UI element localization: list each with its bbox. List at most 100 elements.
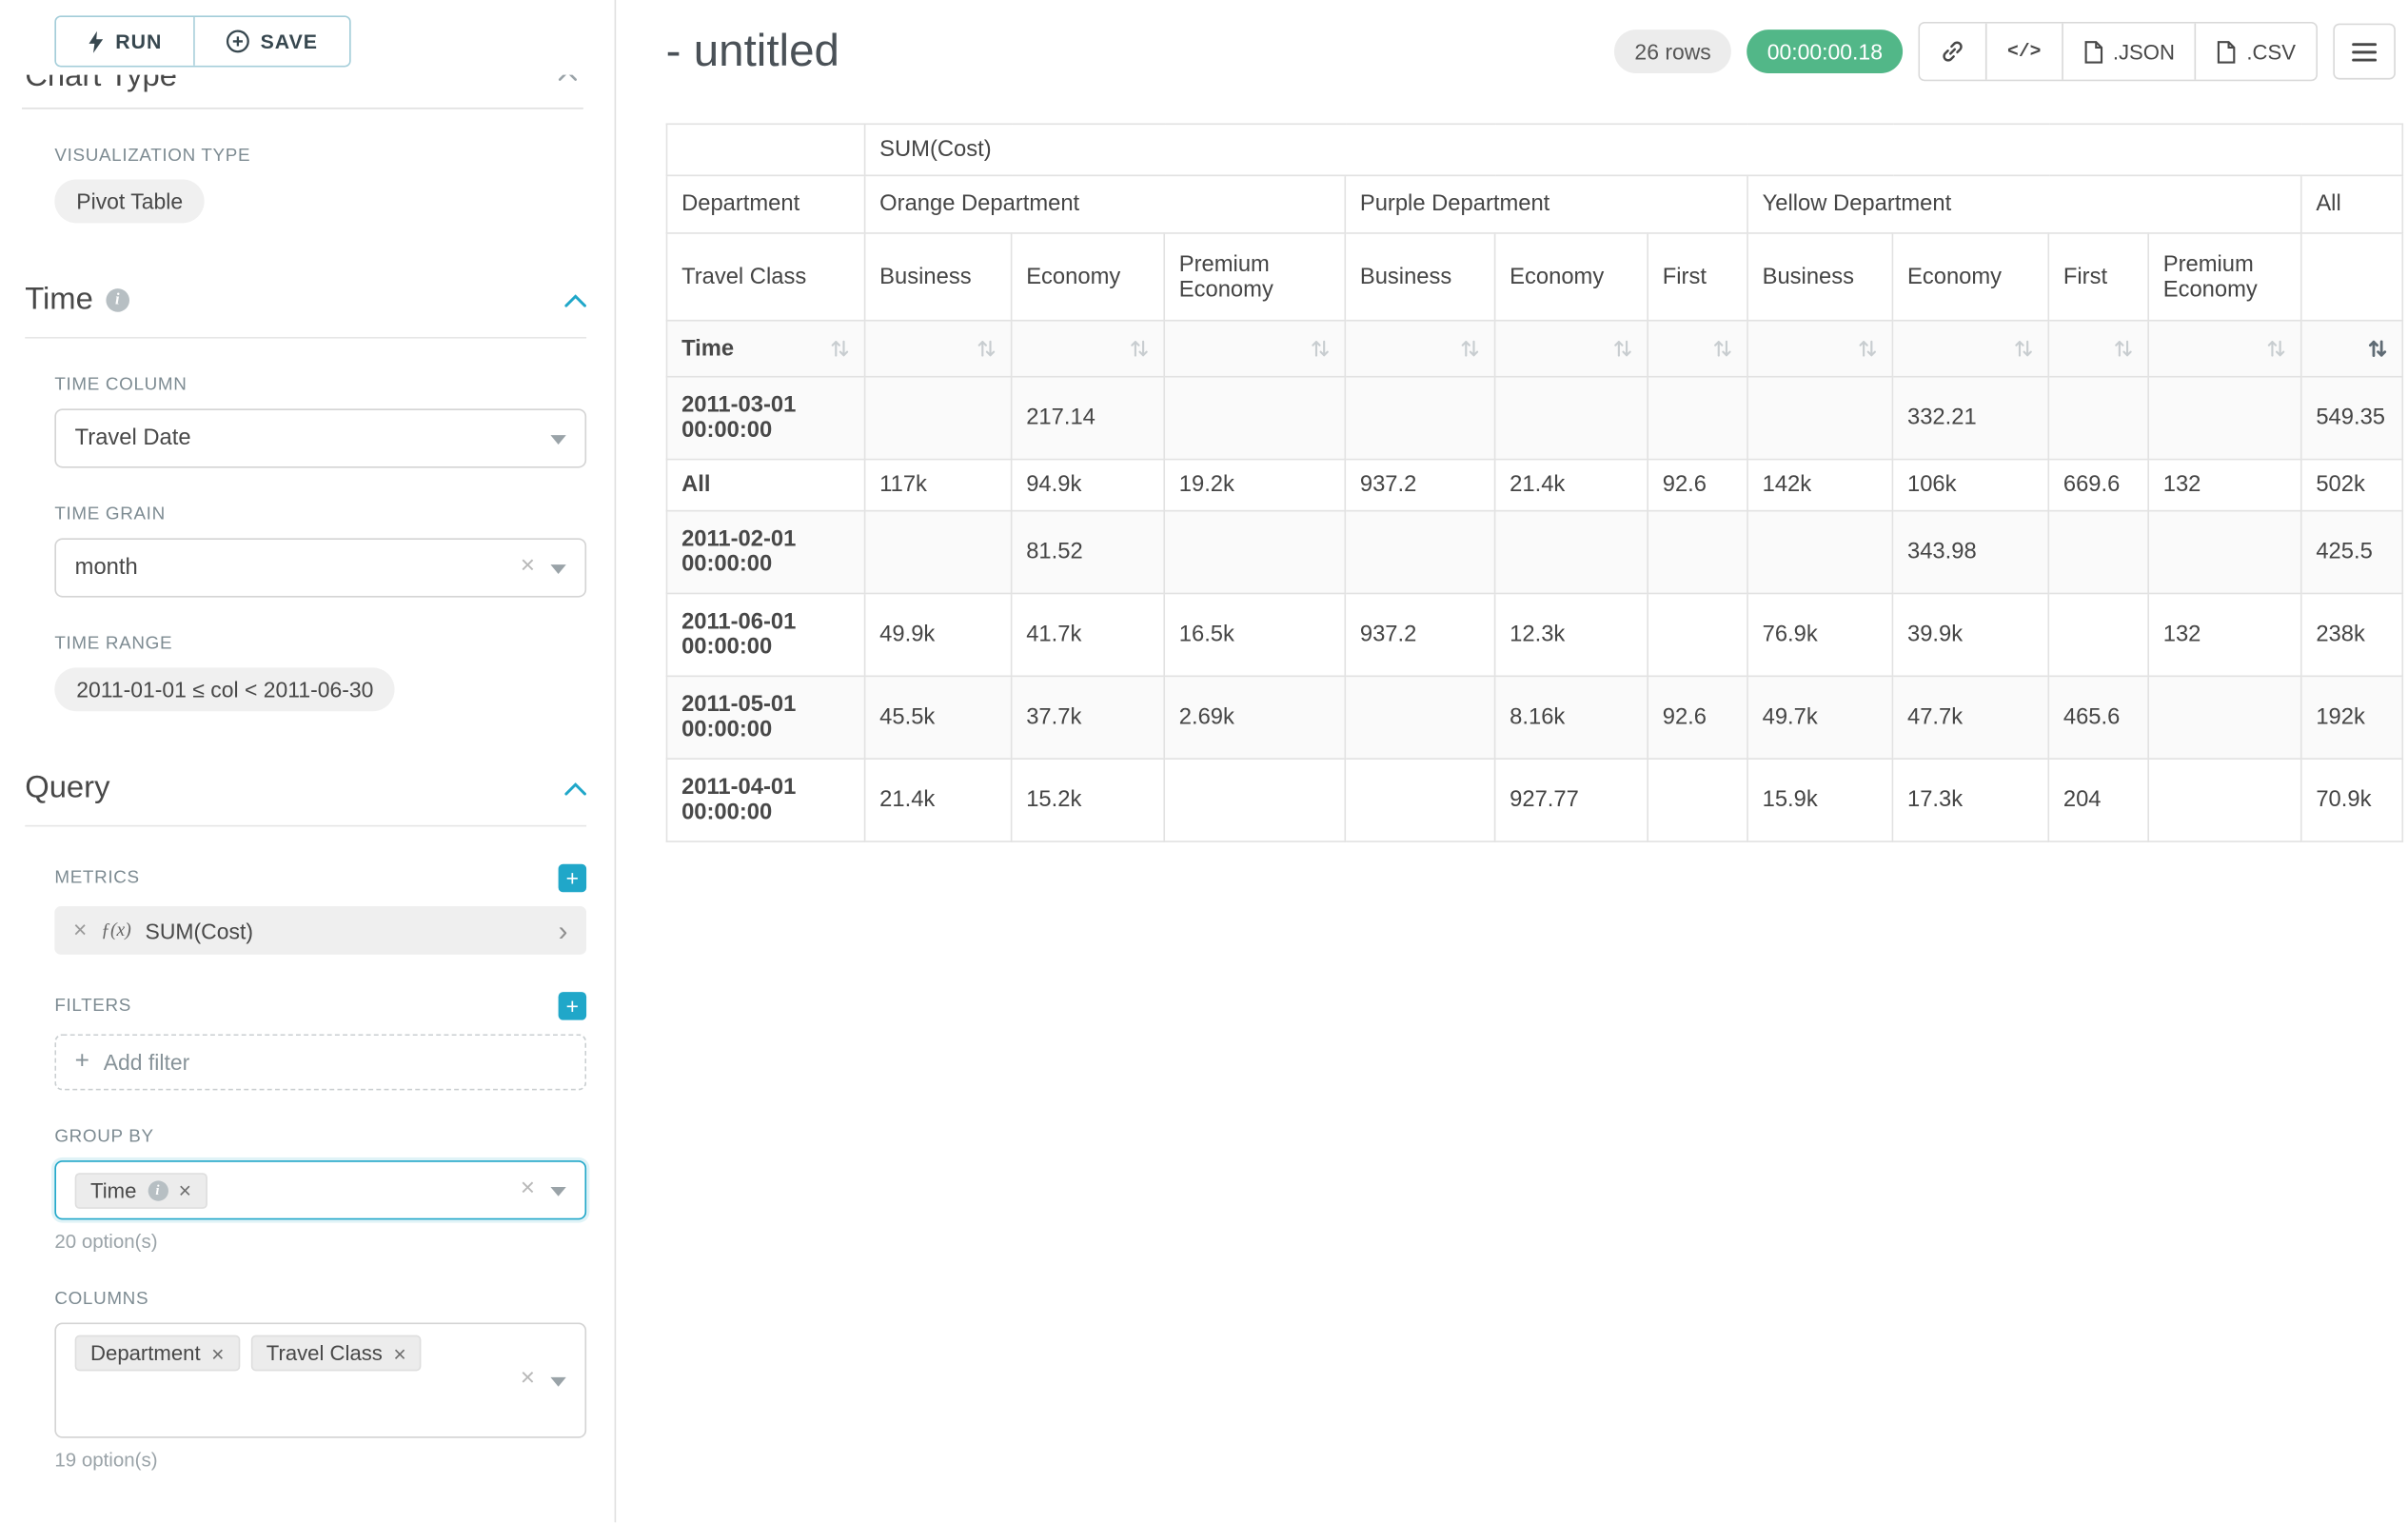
table-row: 2011-04-01 00:00:0021.4k15.2k927.7715.9k… (667, 759, 2403, 841)
time-column-select[interactable]: Travel Date (54, 408, 586, 467)
chevron-down-icon (550, 1377, 565, 1387)
pivot-table-container: SUM(Cost)DepartmentOrange DepartmentPurp… (666, 123, 2396, 841)
column-sort-header[interactable] (865, 321, 1012, 377)
value-cell: 15.9k (1747, 759, 1892, 841)
lightning-bolt-icon (88, 30, 105, 52)
value-cell: 117k (865, 460, 1012, 511)
group-header-cell: Yellow Department (1747, 175, 2301, 233)
column-sort-header[interactable] (1892, 321, 2048, 377)
column-sort-header[interactable] (1747, 321, 1892, 377)
add-filter-plus-button[interactable]: + (559, 992, 586, 1019)
chart-title[interactable]: - untitled (666, 26, 839, 77)
group-header-cell: Purple Department (1345, 175, 1747, 233)
value-cell (1345, 511, 1494, 594)
value-cell (2048, 511, 2148, 594)
clipped-section-header: Chart Type (25, 75, 586, 99)
column-sort-header[interactable] (1164, 321, 1345, 377)
table-row: 2011-02-01 00:00:0081.52343.98425.5 (667, 511, 2403, 594)
group-header-cell: Orange Department (865, 175, 1346, 233)
value-cell: 41.7k (1012, 593, 1165, 676)
leaf-header-cell: Premium Economy (1164, 233, 1345, 321)
pivot-table-head: SUM(Cost)DepartmentOrange DepartmentPurp… (667, 124, 2403, 376)
clear-icon[interactable]: × (521, 1367, 535, 1392)
download-csv-button[interactable]: .CSV (2195, 24, 2316, 80)
metric-header-row: SUM(Cost) (667, 124, 2403, 175)
chevron-up-icon[interactable] (559, 75, 578, 82)
chart-area: - untitled 26 rows 00:00:00.18 </> .JSON (616, 0, 2408, 1522)
save-button[interactable]: SAVE (195, 17, 349, 66)
value-cell: 16.5k (1164, 593, 1345, 676)
group-header-cell: All (2301, 175, 2403, 233)
value-cell: 106k (1892, 460, 2048, 511)
column-sort-header[interactable] (2148, 321, 2301, 377)
clear-icon[interactable]: × (521, 554, 535, 579)
remove-tag-icon[interactable]: × (211, 1342, 224, 1364)
download-json-button[interactable]: .JSON (2062, 24, 2196, 80)
sort-icon (2266, 339, 2286, 359)
value-cell: 669.6 (2048, 460, 2148, 511)
column-sort-header[interactable] (1012, 321, 1165, 377)
value-cell (2148, 511, 2301, 594)
time-grain-select[interactable]: month × (54, 538, 586, 597)
sort-icon (1712, 339, 1732, 359)
column-sort-header[interactable] (1345, 321, 1494, 377)
sort-header-row: Time (667, 321, 2403, 377)
embed-code-button[interactable]: </> (1985, 24, 2062, 80)
value-cell (1648, 759, 1747, 841)
link-icon (1941, 39, 1965, 64)
table-row: 2011-03-01 00:00:00217.14332.21549.35 (667, 377, 2403, 460)
query-section-header[interactable]: Query (25, 770, 586, 826)
chevron-up-icon[interactable] (564, 293, 586, 307)
value-cell: 49.9k (865, 593, 1012, 676)
column-sort-header[interactable] (1648, 321, 1747, 377)
run-button[interactable]: RUN (56, 17, 195, 66)
time-sort-header[interactable]: Time (667, 321, 865, 377)
value-cell (865, 511, 1012, 594)
add-metric-button[interactable]: + (559, 864, 586, 892)
metric-item[interactable]: ×ƒ(x)SUM(Cost)› (54, 906, 586, 955)
value-cell (1495, 377, 1648, 460)
columns-select[interactable]: Department× Travel Class× × (54, 1323, 586, 1438)
time-section-header[interactable]: Time i (25, 283, 586, 339)
value-cell (2048, 377, 2148, 460)
time-range-value[interactable]: 2011-01-01 ≤ col < 2011-06-30 (54, 667, 395, 711)
value-cell (1648, 593, 1747, 676)
value-cell: 76.9k (1747, 593, 1892, 676)
value-cell: 132 (2148, 460, 2301, 511)
remove-tag-icon[interactable]: × (179, 1179, 191, 1201)
clear-icon[interactable]: × (521, 1177, 535, 1201)
add-filter-button[interactable]: + Add filter (54, 1034, 586, 1090)
column-sort-header[interactable] (2048, 321, 2148, 377)
columns-tags: Department× Travel Class× (75, 1335, 422, 1372)
file-icon (2083, 40, 2103, 64)
group-by-select[interactable]: Timei× × (54, 1160, 586, 1219)
visualization-type-value[interactable]: Pivot Table (54, 179, 205, 223)
plus-icon: + (75, 1048, 89, 1076)
menu-button[interactable] (2333, 24, 2396, 80)
value-cell: 142k (1747, 460, 1892, 511)
chevron-up-icon[interactable] (564, 781, 586, 796)
time-range-label: Time Range (54, 635, 586, 654)
column-sort-header[interactable] (1495, 321, 1648, 377)
add-filter-label: Add filter (104, 1050, 190, 1075)
sort-icon (1129, 339, 1149, 359)
run-save-button-group: RUN SAVE (54, 15, 350, 67)
value-cell (1345, 676, 1494, 759)
chart-type-heading: Chart Type (25, 75, 558, 99)
selected-value-tag[interactable]: Travel Class× (250, 1335, 422, 1372)
remove-tag-icon[interactable]: × (393, 1342, 405, 1364)
value-cell: 132 (2148, 593, 2301, 676)
selected-value-tag[interactable]: Timei× (75, 1172, 207, 1208)
department-header-row: DepartmentOrange DepartmentPurple Depart… (667, 175, 2403, 233)
plus-circle-icon (227, 30, 250, 53)
time-column-label: Time Column (54, 376, 586, 395)
leaf-header-cell: First (2048, 233, 2148, 321)
column-sort-header[interactable] (2301, 321, 2403, 377)
value-cell: 39.9k (1892, 593, 2048, 676)
row-header: 2011-06-01 00:00:00 (667, 593, 865, 676)
value-cell (1164, 377, 1345, 460)
selected-value-tag[interactable]: Department× (75, 1335, 240, 1372)
value-cell (865, 377, 1012, 460)
share-link-button[interactable] (1920, 24, 1985, 80)
remove-metric-icon[interactable]: × (73, 917, 87, 943)
